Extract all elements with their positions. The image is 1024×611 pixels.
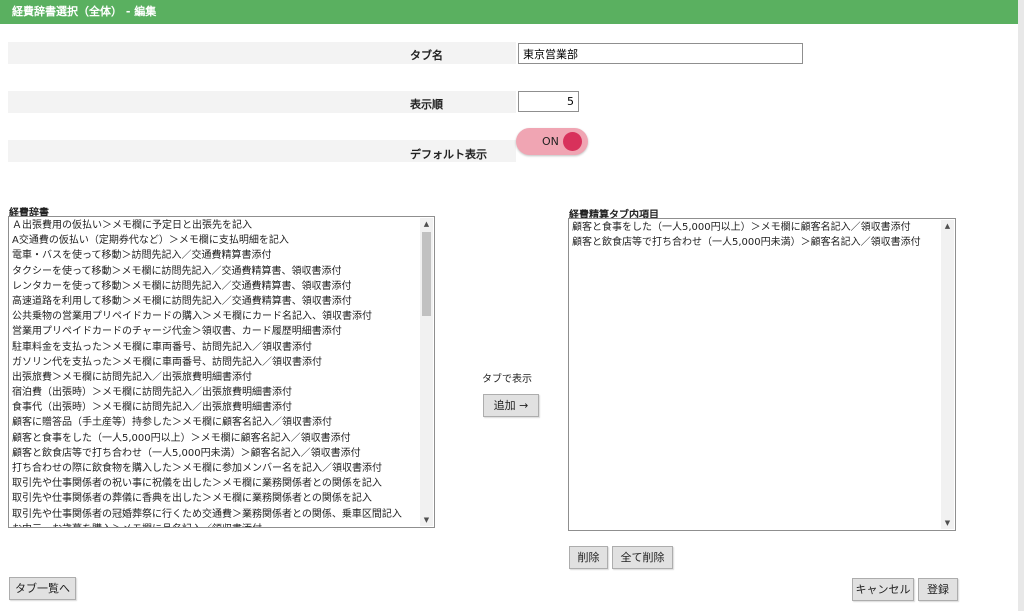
list-item[interactable]: 宿泊費（出張時）＞メモ欄に訪問先記入／出張旅費明細書添付	[11, 385, 420, 400]
list-item[interactable]: レンタカーを使って移動＞メモ欄に訪問先記入／交通費精算書、領収書添付	[11, 279, 420, 294]
list-item[interactable]: 顧客に贈答品（手土産等）持参した＞メモ欄に顧客名記入／領収書添付	[11, 415, 420, 430]
list-item[interactable]: 食事代（出張時）＞メモ欄に訪問先記入／出張旅費明細書添付	[11, 400, 420, 415]
tab-name-label: タブ名	[410, 49, 443, 62]
list-item[interactable]: ガソリン代を支払った＞メモ欄に車両番号、訪問先記入／領収書添付	[11, 355, 420, 370]
tab-items-items: 顧客と食事をした（一人5,000円以上）＞メモ欄に顧客名記入／領収書添付 顧客と飲…	[571, 220, 941, 250]
list-item[interactable]: 出張旅費＞メモ欄に訪問先記入／出張旅費明細書添付	[11, 370, 420, 385]
display-order-input[interactable]	[518, 91, 579, 112]
list-item[interactable]: 取引先や仕事関係者の祝い事に祝儀を出した＞メモ欄に業務関係者との関係を記入	[11, 476, 420, 491]
toggle-knob	[563, 132, 582, 151]
list-item[interactable]: 取引先や仕事関係者の葬儀に香典を出した＞メモ欄に業務関係者との関係を記入	[11, 491, 420, 506]
display-order-label: 表示順	[410, 98, 443, 111]
tab-display-label: タブで表示	[482, 374, 532, 385]
expense-dictionary-list[interactable]: Ａ出張費用の仮払い＞メモ欄に予定日と出張先を記入 A交通費の仮払い（定期券代など）…	[8, 216, 435, 528]
list-item[interactable]: 取引先や仕事関係者の冠婚葬祭に行くため交通費＞業務関係者との関係、乗車区間記入	[11, 507, 420, 522]
default-display-toggle[interactable]: ON	[516, 128, 588, 155]
list-item[interactable]: 顧客と飲食店等で打ち合わせ（一人5,000円未満）＞顧客名記入／領収書添付	[11, 446, 420, 461]
delete-button[interactable]: 削除	[569, 546, 608, 569]
list-item[interactable]: 顧客と飲食店等で打ち合わせ（一人5,000円未満）＞顧客名記入／領収書添付	[571, 235, 941, 250]
list-item[interactable]: A交通費の仮払い（定期券代など）＞メモ欄に支払明細を記入	[11, 233, 420, 248]
toggle-label: ON	[542, 135, 559, 148]
list-item[interactable]: 顧客と食事をした（一人5,000円以上）＞メモ欄に顧客名記入／領収書添付	[571, 220, 941, 235]
list-item[interactable]: 高速道路を利用して移動＞メモ欄に訪問先記入／交通費精算書、領収書添付	[11, 294, 420, 309]
tab-name-input[interactable]	[518, 43, 803, 64]
list-item[interactable]: 打ち合わせの際に飲食物を購入した＞メモ欄に参加メンバー名を記入／領収書添付	[11, 461, 420, 476]
list-item[interactable]: Ａ出張費用の仮払い＞メモ欄に予定日と出張先を記入	[11, 218, 420, 233]
list-item[interactable]: 電車・バスを使って移動＞訪問先記入／交通費精算書添付	[11, 248, 420, 263]
window-title: 経費辞書選択（全体） - 編集	[0, 0, 1018, 24]
add-button[interactable]: 追加 →	[483, 394, 539, 417]
expense-dictionary-scrollbar[interactable]: ▲ ▼	[420, 218, 433, 526]
delete-all-button[interactable]: 全て削除	[612, 546, 673, 569]
cancel-button[interactable]: キャンセル	[852, 578, 914, 601]
scroll-up-icon[interactable]: ▲	[420, 218, 433, 230]
tab-items-list[interactable]: 顧客と食事をした（一人5,000円以上）＞メモ欄に顧客名記入／領収書添付 顧客と飲…	[568, 218, 956, 531]
list-item[interactable]: 公共乗物の営業用プリペイドカードの購入＞メモ欄にカード名記入、領収書添付	[11, 309, 420, 324]
list-item[interactable]: 営業用プリペイドカードのチャージ代金＞領収書、カード履歴明細書添付	[11, 324, 420, 339]
tab-list-button[interactable]: タブ一覧へ	[9, 577, 76, 600]
default-display-label: デフォルト表示	[410, 148, 487, 161]
list-item[interactable]: 駐車料金を支払った＞メモ欄に車両番号、訪問先記入／領収書添付	[11, 340, 420, 355]
list-item[interactable]: 顧客と食事をした（一人5,000円以上）＞メモ欄に顧客名記入／領収書添付	[11, 431, 420, 446]
window-border	[1018, 0, 1024, 611]
scroll-down-icon[interactable]: ▼	[420, 514, 433, 526]
register-button[interactable]: 登録	[918, 578, 958, 601]
tab-items-scrollbar[interactable]: ▲ ▼	[941, 220, 954, 529]
list-item[interactable]: お中元、お歳暮を購入＞メモ欄に品名記入／領収書添付	[11, 522, 420, 527]
scroll-down-icon[interactable]: ▼	[941, 517, 954, 529]
list-item[interactable]: タクシーを使って移動＞メモ欄に訪問先記入／交通費精算書、領収書添付	[11, 264, 420, 279]
scroll-thumb[interactable]	[422, 232, 431, 316]
scroll-up-icon[interactable]: ▲	[941, 220, 954, 232]
expense-dictionary-items: Ａ出張費用の仮払い＞メモ欄に予定日と出張先を記入 A交通費の仮払い（定期券代など）…	[11, 218, 420, 527]
